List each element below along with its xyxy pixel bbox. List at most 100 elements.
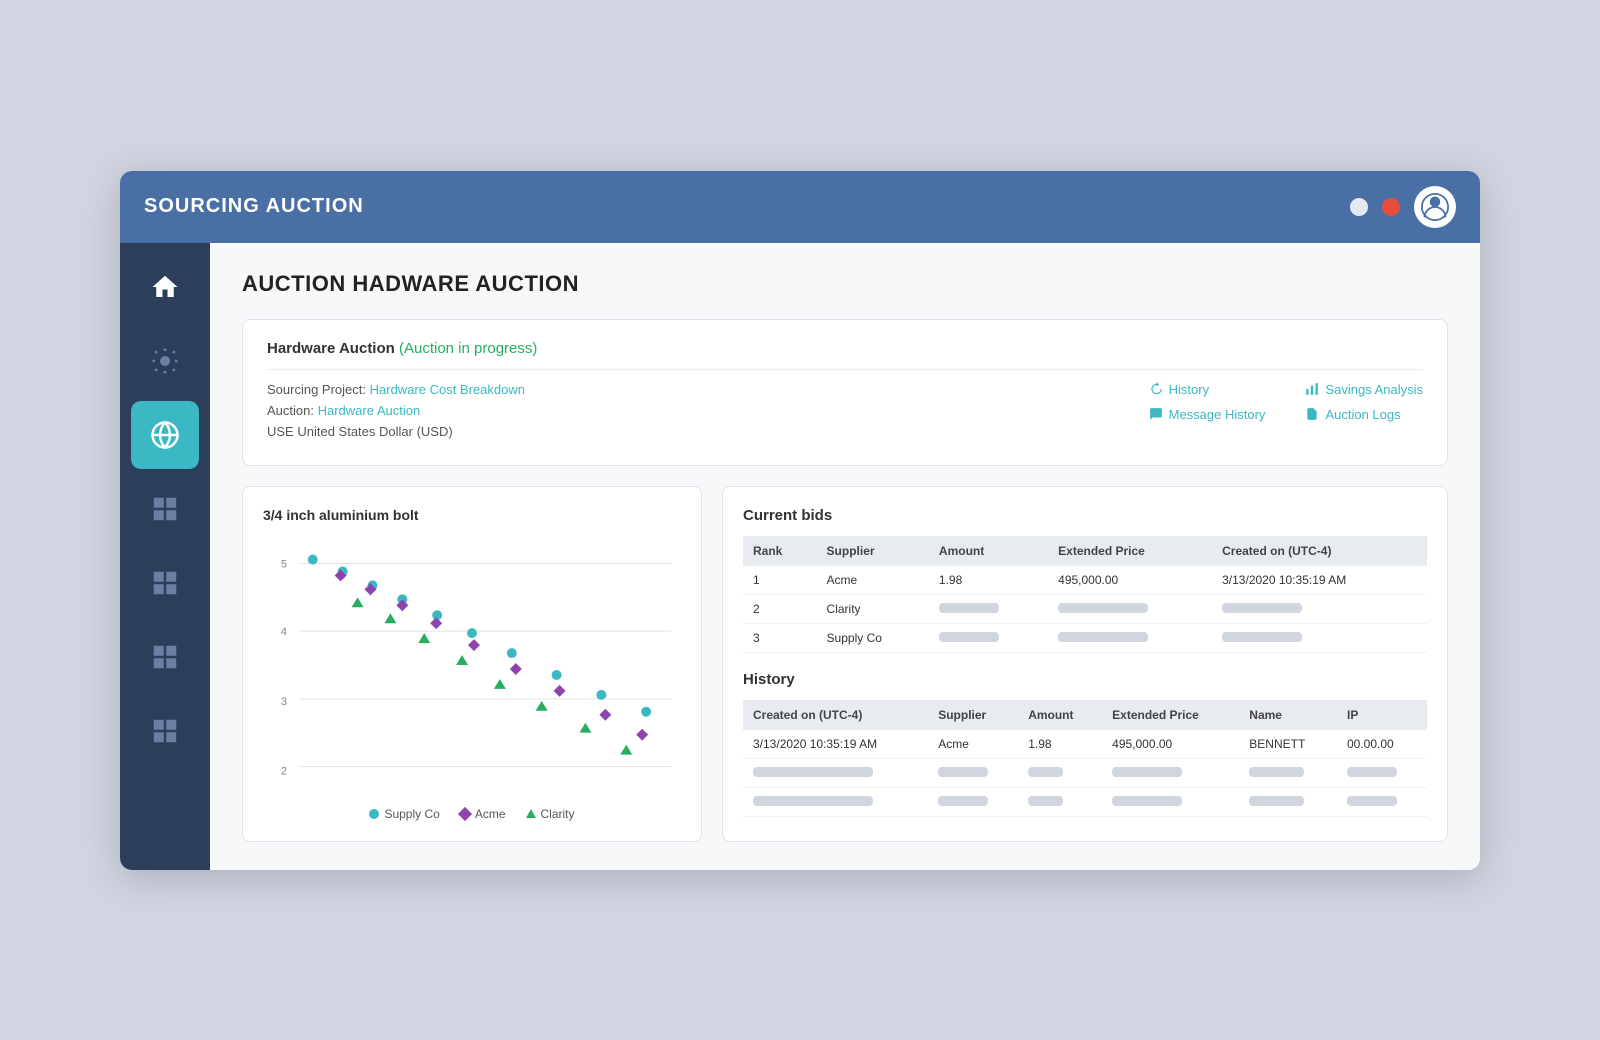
sidebar-item-settings[interactable] bbox=[131, 327, 199, 395]
auction-logs-link[interactable]: Auction Logs bbox=[1305, 407, 1423, 422]
content: AUCTION HADWARE AUCTION Hardware Auction… bbox=[210, 243, 1480, 870]
placeholder-bar bbox=[939, 603, 999, 613]
bid-supplier-2: Clarity bbox=[817, 594, 929, 623]
screen-wrapper: SOURCING AUCTION bbox=[120, 171, 1480, 870]
bid-amount-2 bbox=[929, 594, 1048, 623]
sidebar-item-nav1[interactable] bbox=[131, 475, 199, 543]
h-col-ip: IP bbox=[1337, 700, 1427, 730]
sidebar-item-nav3[interactable] bbox=[131, 623, 199, 691]
h-ip-2 bbox=[1337, 758, 1427, 787]
sidebar-item-nav4[interactable] bbox=[131, 697, 199, 765]
history-section: History Created on (UTC-4) Supplier Amou… bbox=[743, 671, 1427, 817]
bid-rank-2: 2 bbox=[743, 594, 817, 623]
bids-history-card: Current bids Rank Supplier Amount Extend… bbox=[722, 486, 1448, 842]
history-row-1: 3/13/2020 10:35:19 AM Acme 1.98 495,000.… bbox=[743, 730, 1427, 759]
col-extended-price: Extended Price bbox=[1048, 536, 1212, 566]
topbar: SOURCING AUCTION bbox=[120, 171, 1480, 243]
bids-row-3: 3 Supply Co bbox=[743, 623, 1427, 652]
placeholder-bar bbox=[1222, 603, 1302, 613]
legend-clarity-label: Clarity bbox=[541, 807, 575, 821]
auction-line: Auction: Hardware Auction bbox=[267, 403, 1109, 418]
h-extended-3 bbox=[1102, 787, 1239, 816]
chart-card: 3/4 inch aluminium bolt 5 4 3 2 bbox=[242, 486, 702, 842]
link-col-left: History Message History bbox=[1149, 382, 1266, 422]
placeholder-bar bbox=[1058, 632, 1148, 642]
sidebar-item-home[interactable] bbox=[131, 253, 199, 321]
history-table: Created on (UTC-4) Supplier Amount Exten… bbox=[743, 700, 1427, 817]
placeholder-bar bbox=[1112, 796, 1182, 806]
chart-area: 5 4 3 2 bbox=[263, 537, 681, 797]
placeholder-bar bbox=[753, 767, 873, 777]
sidebar bbox=[120, 243, 210, 870]
h-extended-1: 495,000.00 bbox=[1102, 730, 1239, 759]
current-bids-table: Rank Supplier Amount Extended Price Crea… bbox=[743, 536, 1427, 653]
col-rank: Rank bbox=[743, 536, 817, 566]
h-ip-3 bbox=[1337, 787, 1427, 816]
bid-amount-1: 1.98 bbox=[929, 566, 1048, 595]
bid-created-1: 3/13/2020 10:35:19 AM bbox=[1212, 566, 1427, 595]
h-created-1: 3/13/2020 10:35:19 AM bbox=[743, 730, 928, 759]
history-row-3 bbox=[743, 787, 1427, 816]
auction-logs-label: Auction Logs bbox=[1325, 407, 1400, 422]
message-history-label: Message History bbox=[1169, 407, 1266, 422]
h-supplier-3 bbox=[928, 787, 1018, 816]
bottom-row: 3/4 inch aluminium bolt 5 4 3 2 bbox=[242, 486, 1448, 842]
placeholder-bar bbox=[1347, 767, 1397, 777]
h-supplier-2 bbox=[928, 758, 1018, 787]
main-layout: AUCTION HADWARE AUCTION Hardware Auction… bbox=[120, 243, 1480, 870]
auction-label: Auction: bbox=[267, 403, 314, 418]
auction-name: Hardware Auction bbox=[267, 340, 395, 357]
auction-link[interactable]: Hardware Auction bbox=[318, 403, 421, 418]
sourcing-project-line: Sourcing Project: Hardware Cost Breakdow… bbox=[267, 382, 1109, 397]
placeholder-bar bbox=[1112, 767, 1182, 777]
h-amount-3 bbox=[1018, 787, 1102, 816]
col-amount: Amount bbox=[929, 536, 1048, 566]
sourcing-link[interactable]: Hardware Cost Breakdown bbox=[370, 382, 525, 397]
current-bids-title: Current bids bbox=[743, 507, 1427, 524]
h-ip-1: 00.00.00 bbox=[1337, 730, 1427, 759]
sidebar-item-globe[interactable] bbox=[131, 401, 199, 469]
h-col-supplier: Supplier bbox=[928, 700, 1018, 730]
bid-extended-1: 495,000.00 bbox=[1048, 566, 1212, 595]
h-supplier-1: Acme bbox=[928, 730, 1018, 759]
history-link[interactable]: History bbox=[1149, 382, 1266, 397]
placeholder-bar bbox=[753, 796, 873, 806]
svg-text:3: 3 bbox=[281, 695, 287, 707]
link-col-right: Savings Analysis Auction Logs bbox=[1305, 382, 1423, 422]
h-amount-2 bbox=[1018, 758, 1102, 787]
sidebar-item-nav2[interactable] bbox=[131, 549, 199, 617]
legend-clarity: Clarity bbox=[526, 807, 575, 821]
topbar-title: SOURCING AUCTION bbox=[144, 195, 1334, 218]
sourcing-label: Sourcing Project: bbox=[267, 382, 366, 397]
legend-acme-diamond bbox=[458, 806, 472, 820]
legend-clarity-triangle bbox=[526, 809, 536, 818]
bid-supplier-1: Acme bbox=[817, 566, 929, 595]
savings-analysis-link[interactable]: Savings Analysis bbox=[1305, 382, 1423, 397]
history-label: History bbox=[1169, 382, 1209, 397]
h-col-name: Name bbox=[1239, 700, 1337, 730]
auction-info-row: Sourcing Project: Hardware Cost Breakdow… bbox=[267, 382, 1423, 445]
message-history-link[interactable]: Message History bbox=[1149, 407, 1266, 422]
topbar-avatar[interactable] bbox=[1414, 186, 1456, 228]
h-name-3 bbox=[1239, 787, 1337, 816]
h-extended-2 bbox=[1102, 758, 1239, 787]
svg-text:5: 5 bbox=[281, 558, 287, 570]
placeholder-bar bbox=[1058, 603, 1148, 613]
auction-card: Hardware Auction (Auction in progress) S… bbox=[242, 319, 1448, 466]
chart-title: 3/4 inch aluminium bolt bbox=[263, 507, 681, 523]
legend-acme: Acme bbox=[460, 807, 506, 821]
bid-rank-3: 3 bbox=[743, 623, 817, 652]
bids-row-1: 1 Acme 1.98 495,000.00 3/13/2020 10:35:1… bbox=[743, 566, 1427, 595]
h-created-3 bbox=[743, 787, 928, 816]
placeholder-bar bbox=[1347, 796, 1397, 806]
bid-amount-3 bbox=[929, 623, 1048, 652]
h-col-amount: Amount bbox=[1018, 700, 1102, 730]
bid-created-2 bbox=[1212, 594, 1427, 623]
placeholder-bar bbox=[1249, 796, 1304, 806]
col-supplier: Supplier bbox=[817, 536, 929, 566]
placeholder-bar bbox=[1028, 796, 1063, 806]
history-row-2 bbox=[743, 758, 1427, 787]
topbar-notification-icon[interactable] bbox=[1382, 198, 1400, 216]
h-name-1: BENNETT bbox=[1239, 730, 1337, 759]
chart-legend: Supply Co Acme Clarity bbox=[263, 807, 681, 821]
